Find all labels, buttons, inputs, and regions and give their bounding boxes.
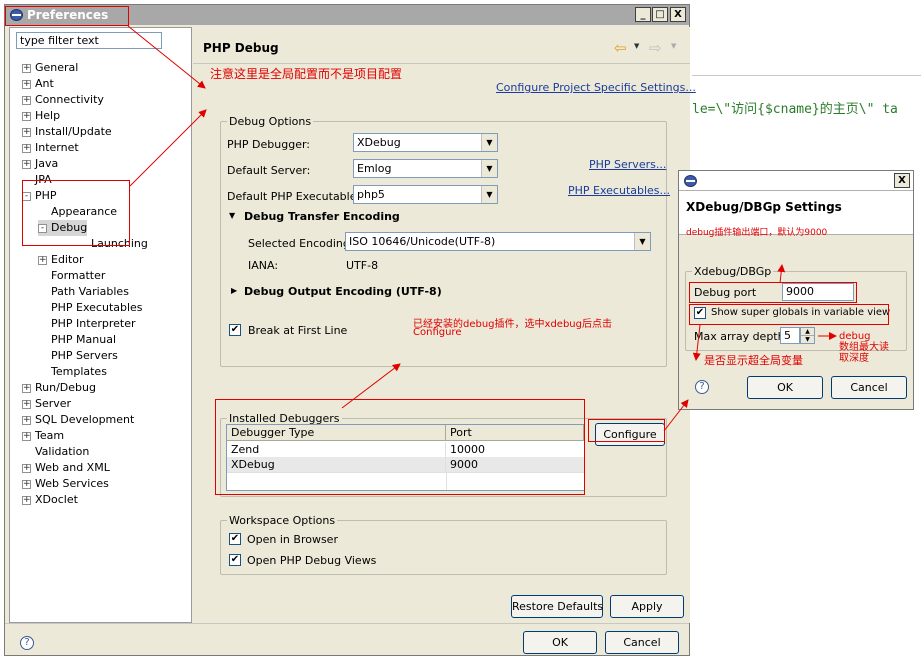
- arrow-port-note: [777, 264, 786, 284]
- arrow-installed-note: [341, 363, 401, 409]
- annotation-arrows: [127, 25, 837, 432]
- arrow-php-to-page: [129, 109, 207, 187]
- arrow-title-to-note: [127, 25, 206, 89]
- arrow-configure-to-dialog: [663, 399, 689, 432]
- arrow-globals-note: [692, 324, 701, 361]
